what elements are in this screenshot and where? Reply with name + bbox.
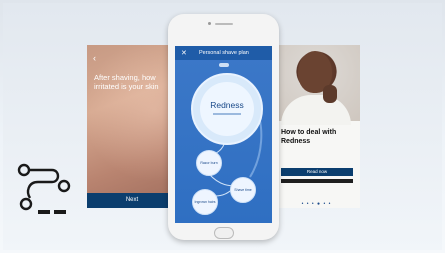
redness-label: Redness xyxy=(210,100,244,110)
face-photo xyxy=(87,45,177,208)
question-text: After shaving, how irritated is your ski… xyxy=(94,73,159,91)
smartphone: ✕ Personal shave plan Redness Razor burn… xyxy=(168,14,279,240)
redness-bubble[interactable]: Redness xyxy=(191,73,263,145)
back-arrow-icon[interactable]: ‹ xyxy=(93,53,96,63)
razor-burn-bubble[interactable]: Razor burn xyxy=(196,150,222,176)
app-screen: ✕ Personal shave plan Redness Razor burn… xyxy=(175,46,272,223)
article-card: How to deal with Redness Read now • • • … xyxy=(273,45,360,208)
home-button[interactable] xyxy=(214,227,234,239)
read-now-button[interactable]: Read now xyxy=(281,168,353,176)
ingrown-hairs-bubble[interactable]: Ingrown hairs xyxy=(192,189,218,215)
next-button[interactable]: Next xyxy=(87,193,177,208)
page-indicator: • • • ● • • xyxy=(301,201,332,207)
shave-time-bubble[interactable]: Shave time xyxy=(230,177,256,203)
redness-subline xyxy=(213,113,241,115)
article-title: How to deal with Redness xyxy=(281,129,337,145)
shirt-shape xyxy=(281,95,351,125)
hand-shape xyxy=(323,85,337,103)
path-flow-icon xyxy=(17,163,71,214)
video-progress-bar[interactable] xyxy=(281,179,353,183)
speaker-grille xyxy=(215,23,233,25)
camera-icon xyxy=(208,22,211,25)
man-photo xyxy=(273,45,360,125)
skin-question-card: ‹ After shaving, how irritated is your s… xyxy=(87,45,177,208)
